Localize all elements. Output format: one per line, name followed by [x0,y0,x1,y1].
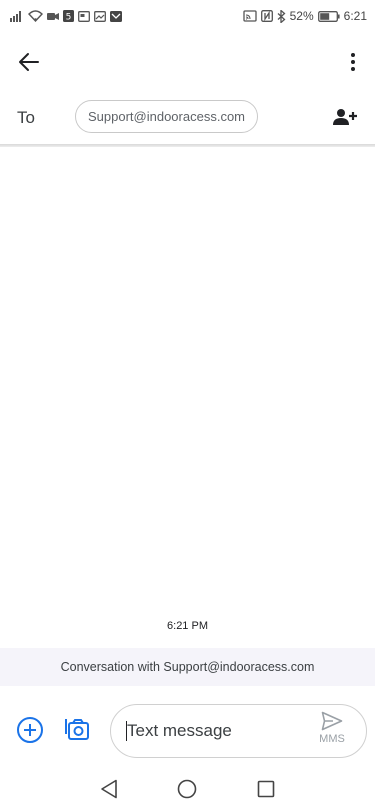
to-label: To [17,108,35,127]
camera-button[interactable] [62,715,90,743]
nav-back-icon [101,779,117,799]
cast-icon [242,10,257,22]
svg-text:5: 5 [66,13,72,23]
mail-icon [110,10,122,22]
message-field: MMS [110,704,367,758]
nav-home-button[interactable] [172,774,202,804]
send-button[interactable]: MMS [312,711,352,753]
status-time: 6:21 [343,9,367,23]
camera-icon [47,11,59,21]
navigation-bar [0,766,375,812]
more-options-button[interactable] [343,48,363,76]
send-icon [321,711,343,731]
status-left-icons: 5 [10,10,122,22]
send-type-label: MMS [319,733,345,745]
app-notification-icon: 5 [63,10,74,22]
nfc-icon [260,10,273,22]
gallery-icon [94,10,106,22]
compose-bar: MMS [0,700,375,762]
camera-icon [65,719,89,740]
message-timestamp: 6:21 PM [167,620,208,632]
message-input[interactable] [127,717,307,745]
back-button[interactable] [14,48,44,76]
conversation-banner: Conversation with Support@indooracess.co… [0,648,375,686]
add-circle-icon [17,717,43,743]
app-bar [0,36,375,86]
nav-home-icon [178,779,197,799]
conversation-area [0,147,375,647]
add-person-icon [333,109,357,125]
battery-icon [317,10,340,22]
add-contact-button[interactable] [331,104,361,130]
add-attachment-button[interactable] [16,716,44,744]
status-right-icons: 52% 6:21 [242,9,367,23]
wifi-icon [28,10,43,22]
status-bar: 5 52% 6:21 [0,0,375,32]
conversation-banner-text: Conversation with Support@indooracess.co… [60,660,315,674]
bluetooth-icon [277,9,286,23]
nav-recents-button[interactable] [251,774,281,804]
card-icon [78,10,90,22]
nav-recents-icon [257,780,275,798]
recipient-chip[interactable]: Support@indooracess.com [75,100,258,133]
battery-percent: 52% [289,9,314,23]
more-vert-icon [351,53,355,71]
recipient-address: Support@indooracess.com [88,109,245,124]
signal-icon [10,10,24,22]
nav-back-button[interactable] [94,774,124,804]
back-arrow-icon [19,53,39,71]
recipient-row: To Support@indooracess.com [0,92,375,144]
